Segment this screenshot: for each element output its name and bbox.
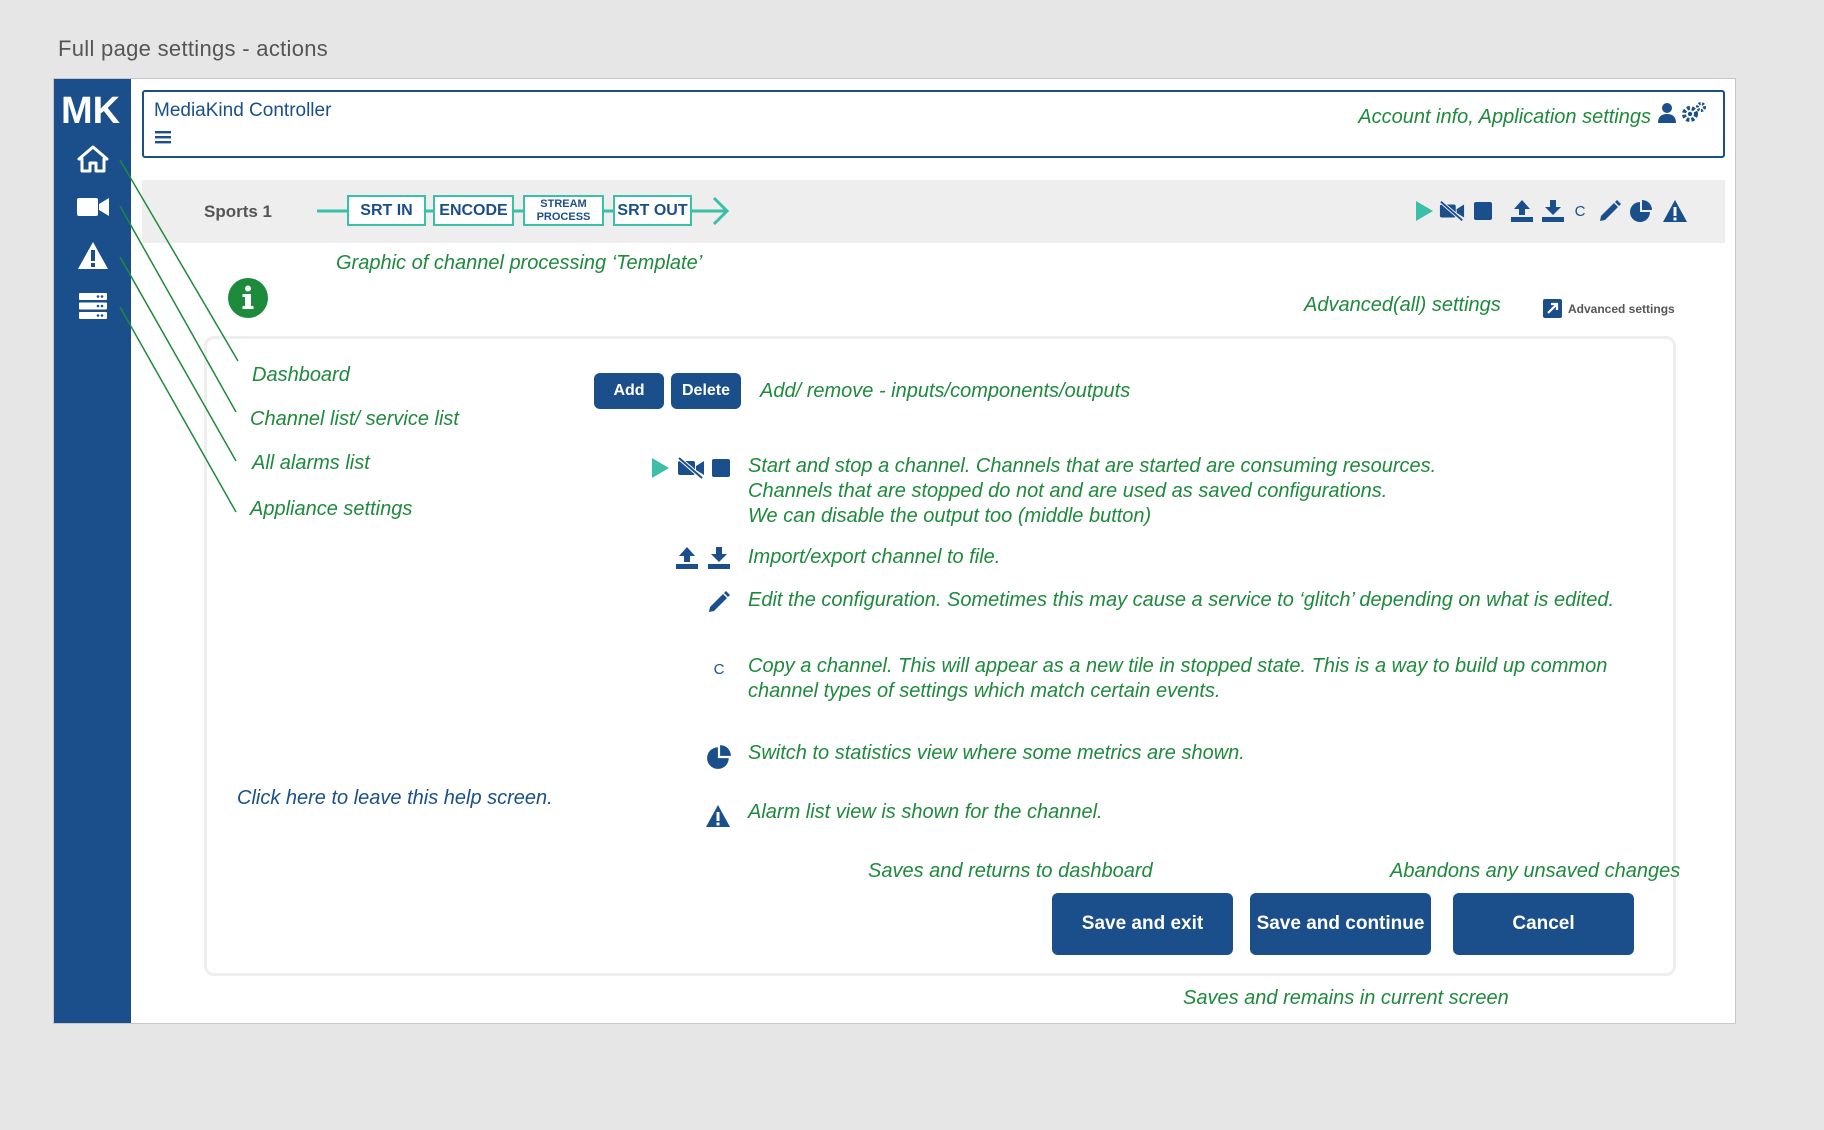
play-icon bbox=[648, 456, 672, 480]
channel-list-note: Channel list/ service list bbox=[250, 408, 459, 430]
statistics-note: Switch to statistics view where some met… bbox=[748, 742, 1245, 764]
copy-note-line-1: Copy a channel. This will appear as a ne… bbox=[748, 655, 1608, 677]
start-stop-note-line-3: We can disable the output too (middle bu… bbox=[748, 505, 1152, 527]
upload-icon bbox=[674, 545, 700, 571]
start-stop-note-line-2: Channels that are stopped do not and are… bbox=[748, 480, 1388, 502]
pencil-icon bbox=[706, 589, 732, 615]
save-and-continue-button[interactable]: Save and continue bbox=[1250, 893, 1431, 955]
delete-button[interactable]: Delete bbox=[671, 373, 741, 409]
leave-help-link[interactable]: Click here to leave this help screen. bbox=[237, 786, 553, 811]
save-and-exit-button[interactable]: Save and exit bbox=[1052, 893, 1233, 955]
copy-note-line-2: channel types of settings which match ce… bbox=[748, 680, 1221, 702]
alarm-view-note: Alarm list view is shown for the channel… bbox=[748, 801, 1103, 823]
warning-icon bbox=[704, 803, 732, 829]
start-stop-note-line-1: Start and stop a channel. Channels that … bbox=[748, 455, 1437, 477]
appliance-settings-note: Appliance settings bbox=[250, 498, 413, 520]
import-export-note: Import/export channel to file. bbox=[748, 546, 1001, 568]
pie-chart-icon bbox=[705, 743, 733, 771]
alarms-list-note: All alarms list bbox=[252, 452, 370, 474]
save-continue-note: Saves and remains in current screen bbox=[1183, 987, 1509, 1009]
cancel-button[interactable]: Cancel bbox=[1453, 893, 1634, 955]
add-button[interactable]: Add bbox=[594, 373, 664, 409]
stop-icon bbox=[710, 457, 732, 479]
download-icon bbox=[706, 545, 732, 571]
edit-note: Edit the configuration. Sometimes this m… bbox=[748, 589, 1615, 611]
save-exit-note: Saves and returns to dashboard bbox=[868, 860, 1153, 882]
copy-c-icon: C bbox=[713, 660, 725, 678]
add-remove-note: Add/ remove - inputs/components/outputs bbox=[760, 380, 1131, 402]
cancel-note: Abandons any unsaved changes bbox=[1390, 860, 1681, 882]
video-off-icon bbox=[677, 456, 705, 480]
dashboard-note: Dashboard bbox=[252, 364, 350, 386]
